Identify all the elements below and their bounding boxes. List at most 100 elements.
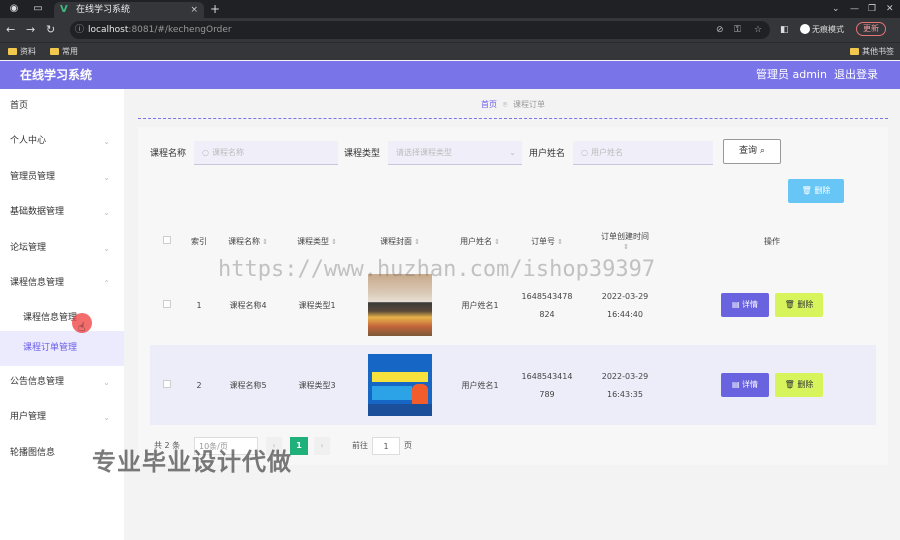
incognito-icon <box>800 24 810 34</box>
address-bar[interactable]: ⓘ localhost:8081/#/kechengOrder ⊘ ⚿ ☆ <box>70 21 770 39</box>
course-name-input[interactable]: ○ 课程名称 <box>194 141 338 165</box>
other-bookmarks[interactable]: 其他书签 <box>850 45 894 59</box>
sidebar-item-label: 管理员管理 <box>10 172 56 182</box>
browser-tab[interactable]: V 在线学习系统 × <box>54 2 204 18</box>
watermark-text: https://www.huzhan.com/ishop39397 <box>218 257 656 282</box>
batch-delete-button[interactable]: 🗑 删除 <box>788 179 844 203</box>
header-label: 课程名称 <box>228 236 261 246</box>
new-tab-icon[interactable]: + <box>210 1 220 17</box>
delete-label: 删除 <box>797 300 814 309</box>
sidebar-item-admin[interactable]: 管理员管理 ⌄ <box>0 160 124 195</box>
delete-button[interactable]: 🗑 删除 <box>775 373 823 397</box>
delete-button[interactable]: 🗑 删除 <box>775 293 823 317</box>
query-label: 查询 <box>739 146 758 156</box>
sidebar-item-label: 个人中心 <box>10 136 47 146</box>
sidebar-item-label: 首页 <box>10 101 29 111</box>
bookmark-label: 常用 <box>62 47 78 56</box>
current-page-button[interactable]: 1 <box>290 437 308 455</box>
sort-icon[interactable]: ⇕ <box>557 238 563 246</box>
sidepanel-icon[interactable]: ◧ <box>780 23 789 37</box>
bookmark-folder-ziliao[interactable]: 资料 <box>8 45 36 59</box>
folder-icon <box>50 48 59 55</box>
incognito-indicator[interactable]: 无痕模式 <box>800 23 844 37</box>
sidebar-item-label: 用户管理 <box>10 412 47 422</box>
promo-stamp-text: 专业毕业设计代做 <box>92 448 292 476</box>
detail-label: 详情 <box>742 300 759 309</box>
minimize-icon[interactable]: — <box>850 2 859 16</box>
sidebar-subitem-course-order[interactable]: 课程订单管理 <box>0 331 124 366</box>
chevron-down-icon[interactable]: ⌄ <box>832 2 840 16</box>
header-label: 订单创建时间 <box>601 232 649 241</box>
app-header: 在线学习系统 管理员 admin 退出登录 <box>0 61 900 89</box>
sidebar-item-basedata[interactable]: 基础数据管理 ⌄ <box>0 195 124 230</box>
detail-label: 详情 <box>742 380 759 389</box>
star-icon[interactable]: ☆ <box>754 21 762 39</box>
breadcrumb-current: 课程订单 <box>512 100 545 109</box>
select-all-checkbox[interactable] <box>163 236 171 244</box>
placeholder: 课程名称 <box>211 148 244 157</box>
cell-user-name: 用户姓名1 <box>448 345 512 425</box>
browser-toolbar: ← → ↻ ⓘ localhost:8081/#/kechengOrder ⊘ … <box>0 18 900 42</box>
sort-icon[interactable]: ⇕ <box>623 243 629 251</box>
sidebar-item-home[interactable]: 首页 <box>0 89 124 124</box>
close-window-icon[interactable]: ✕ <box>886 2 894 16</box>
header-label: 用户姓名 <box>460 236 493 246</box>
close-tab-icon[interactable]: × <box>190 2 198 18</box>
bookmark-label: 资料 <box>20 47 36 56</box>
created-time: 16:44:40 <box>607 309 643 319</box>
order-no-part: 1648543414 <box>521 371 573 381</box>
sidebar-item-notice[interactable]: 公告信息管理 ⌄ <box>0 365 124 400</box>
header-label: 订单号 <box>531 236 556 246</box>
course-cover-image[interactable] <box>368 274 432 336</box>
query-button[interactable]: 查询 ⌕ <box>723 139 781 164</box>
trash-icon: 🗑 <box>784 380 795 389</box>
course-cover-image[interactable] <box>368 354 432 416</box>
sidebar-item-course-info[interactable]: 课程信息管理 ⌃ <box>0 266 124 301</box>
sidebar-item-profile[interactable]: 个人中心 ⌄ <box>0 124 124 159</box>
header-label: 课程类型 <box>297 236 330 246</box>
chevron-down-icon: ⌄ <box>509 148 516 157</box>
sidebar-item-forum[interactable]: 论坛管理 ⌄ <box>0 231 124 266</box>
chevron-down-icon: ⌄ <box>103 244 110 253</box>
sidebar-item-users[interactable]: 用户管理 ⌄ <box>0 400 124 435</box>
chevron-down-icon: ⌄ <box>103 208 110 217</box>
bookmark-folder-changyong[interactable]: 常用 <box>50 45 78 59</box>
trash-icon: 🗑 <box>801 186 812 195</box>
forward-icon[interactable]: → <box>26 23 35 37</box>
browser-icon[interactable]: ◉ <box>8 3 20 15</box>
sort-icon[interactable]: ⇕ <box>494 238 500 246</box>
row-checkbox[interactable] <box>163 300 171 308</box>
sort-icon[interactable]: ⇕ <box>262 238 268 246</box>
course-type-label: 课程类型 <box>344 149 381 159</box>
row-checkbox[interactable] <box>163 380 171 388</box>
breadcrumb-home[interactable]: 首页 <box>481 100 497 109</box>
course-type-select[interactable]: 请选择课程类型 ⌄ <box>388 141 522 165</box>
next-page-icon[interactable]: › <box>314 437 330 455</box>
logout-link[interactable]: 退出登录 <box>834 61 878 89</box>
detail-button[interactable]: ▤ 详情 <box>721 293 769 317</box>
restore-icon[interactable]: ❐ <box>868 2 876 16</box>
chevron-down-icon: ⌄ <box>103 173 110 182</box>
back-icon[interactable]: ← <box>6 23 15 37</box>
sort-icon[interactable]: ⇕ <box>414 238 420 246</box>
info-icon[interactable]: ⓘ <box>75 21 84 39</box>
edit-icon: ▤ <box>731 300 740 309</box>
cell-actions: ▤ 详情 🗑 删除 <box>668 265 876 345</box>
chevron-down-icon: ⌄ <box>103 378 110 387</box>
placeholder: 请选择课程类型 <box>396 148 452 157</box>
table-row: 2 课程名称5 课程类型3 用户姓名1 1648543414 789 2022-0… <box>150 345 876 425</box>
cookie-blocked-icon[interactable]: ⊘ <box>716 21 724 39</box>
goto-page-input[interactable]: 1 <box>372 437 400 455</box>
sort-icon[interactable]: ⇕ <box>331 238 337 246</box>
url-path: :8081/#/kechengOrder <box>128 25 232 35</box>
update-button[interactable]: 更新 <box>856 22 886 36</box>
window-icon[interactable]: ▭ <box>32 3 44 15</box>
key-icon[interactable]: ⚿ <box>734 21 741 39</box>
detail-button[interactable]: ▤ 详情 <box>721 373 769 397</box>
cell-index: 1 <box>196 300 202 310</box>
user-name-input[interactable]: ○ 用户姓名 <box>573 141 713 165</box>
sidebar-item-label: 论坛管理 <box>10 243 47 253</box>
cell-course-type: 课程类型3 <box>282 345 352 425</box>
reload-icon[interactable]: ↻ <box>46 23 55 37</box>
chevron-up-icon: ⌃ <box>103 279 110 288</box>
